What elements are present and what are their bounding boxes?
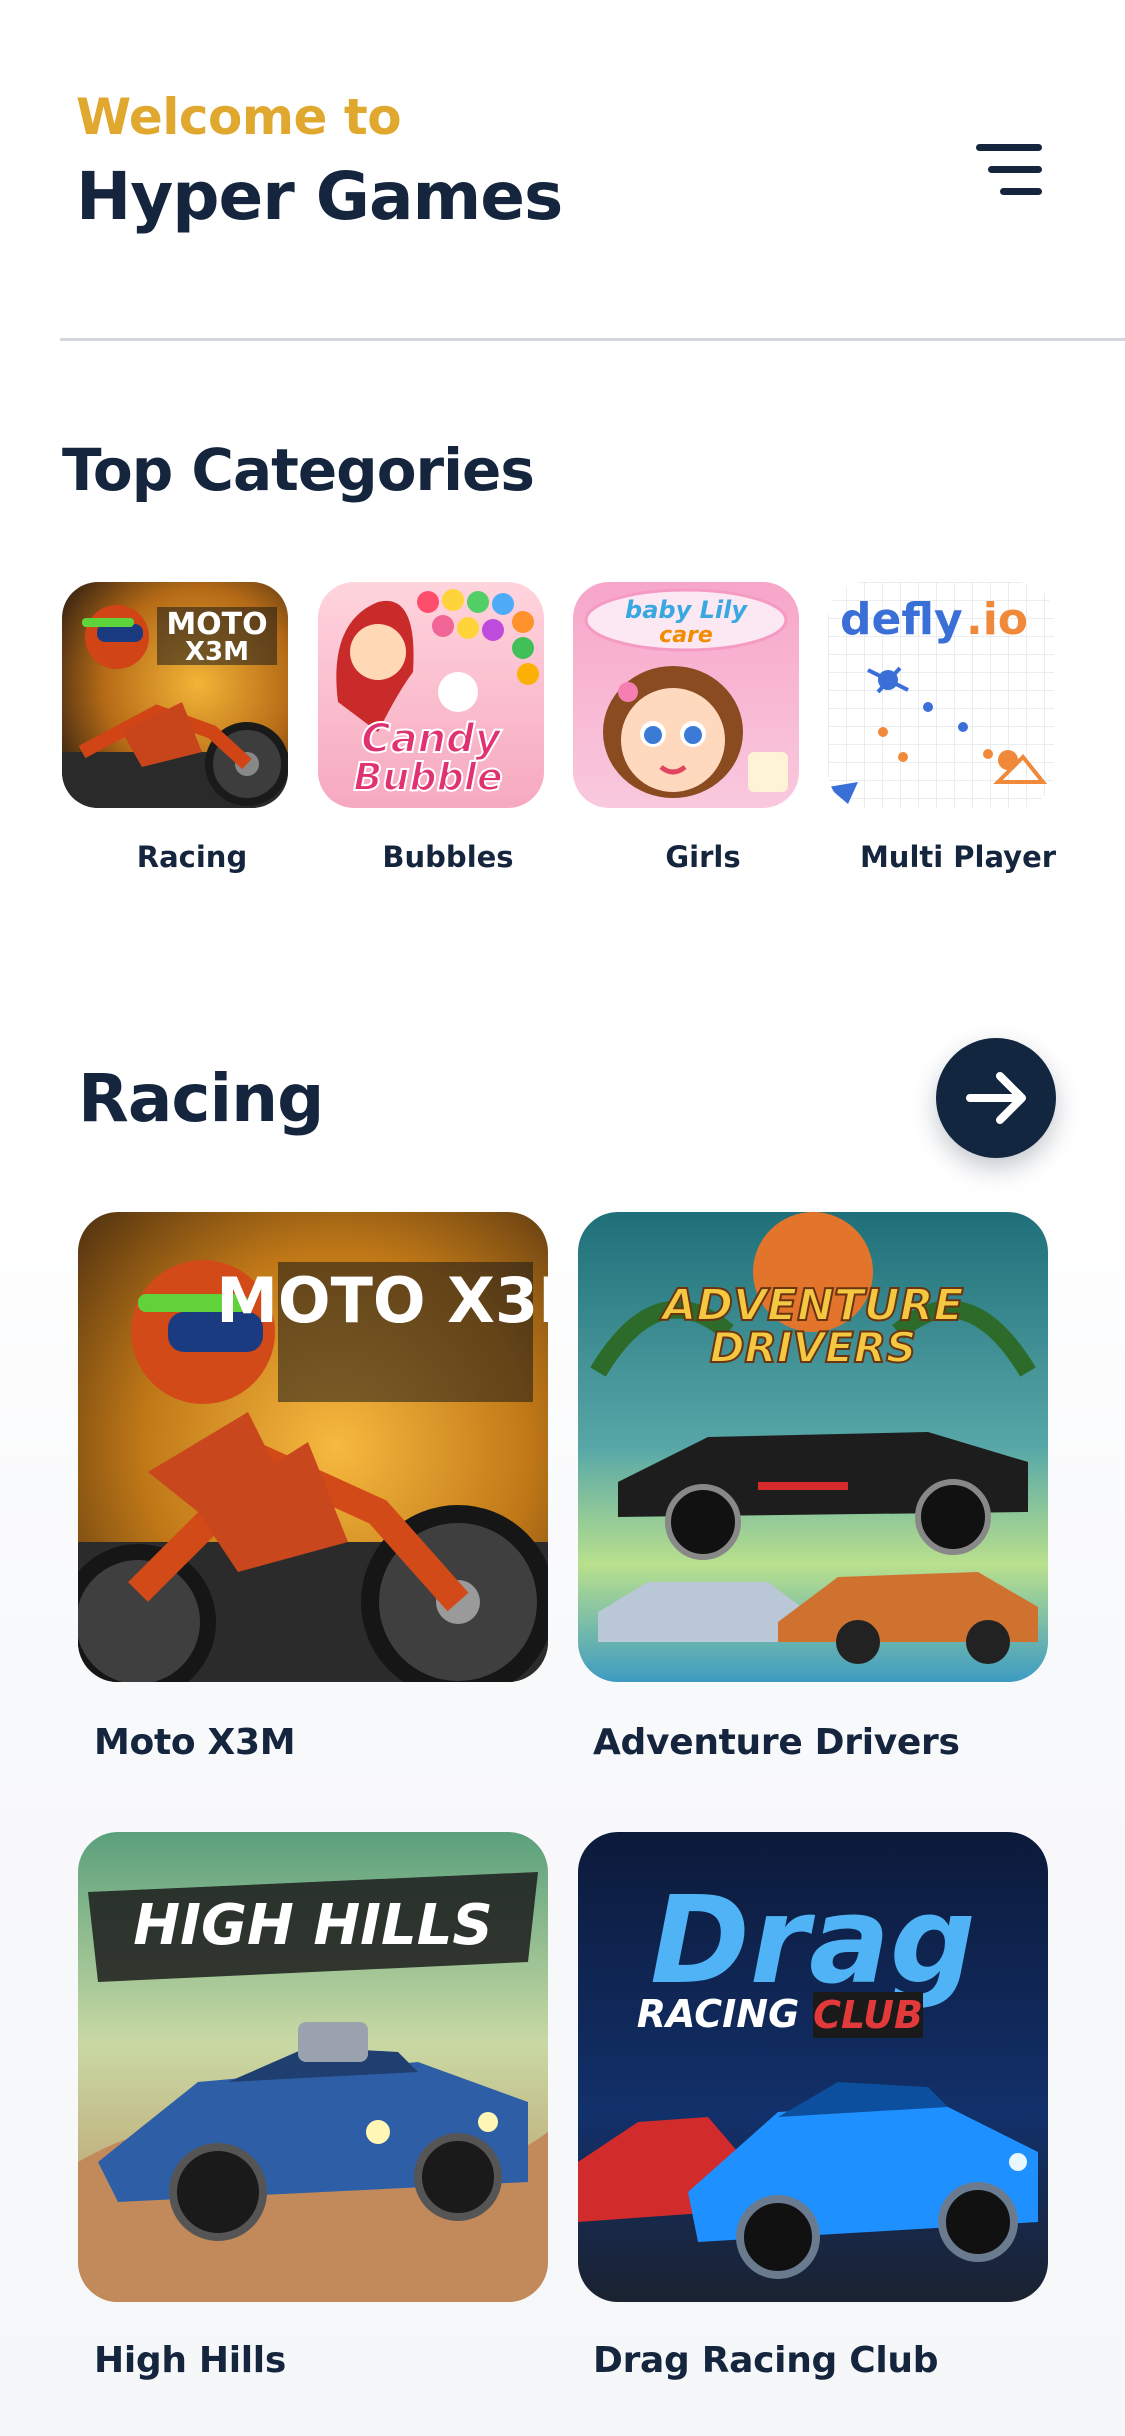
home-screen: Welcome to Hyper Games Top Categories MO…	[0, 0, 1125, 2436]
game-thumbnail: ADVENTURE DRIVERS	[578, 1212, 1048, 1682]
game-card-adventure-drivers[interactable]: ADVENTURE DRIVERS	[578, 1212, 1048, 1682]
racing-see-all-button[interactable]	[936, 1038, 1056, 1158]
category-bubbles-thumbnail: Candy Bubble	[318, 582, 544, 808]
category-racing[interactable]: MOTO X3M Racing	[62, 582, 288, 882]
category-label: Multi Player	[859, 840, 1057, 874]
drivers-art-title: DRIVERS	[710, 1323, 917, 1372]
care-text: care	[659, 623, 713, 648]
bubble-text: Bubble	[353, 755, 502, 799]
racing-art-title: RACING	[637, 1992, 800, 2036]
category-label: Racing	[136, 840, 248, 874]
menu-line	[988, 166, 1042, 173]
club-art-title: CLUB	[813, 1993, 923, 2037]
game-card-drag-racing-club[interactable]: Drag RACING CLUB	[578, 1832, 1048, 2302]
menu-line	[1000, 188, 1042, 195]
category-girls-thumbnail: baby Lily care	[573, 582, 799, 808]
game-title[interactable]: Adventure Drivers	[593, 1722, 960, 1763]
category-bubbles[interactable]: Candy Bubble Bubbles	[318, 582, 544, 882]
racing-section-title: Racing	[78, 1060, 324, 1137]
game-thumbnail: MOTO X3M	[78, 1212, 548, 1682]
drag-art-title: Drag	[650, 1872, 976, 2011]
game-card-moto-x3m[interactable]: MOTO X3M	[78, 1212, 548, 1682]
defly-text: defly	[840, 594, 963, 645]
top-categories-title: Top Categories	[62, 436, 535, 504]
category-label: Bubbles	[382, 840, 514, 874]
game-title[interactable]: High Hills	[94, 2340, 286, 2381]
brand-title: Hyper Games	[76, 158, 563, 235]
welcome-text: Welcome to	[76, 88, 402, 146]
game-thumbnail: Drag RACING CLUB	[578, 1832, 1048, 2302]
moto-x3m-art-title: MOTO X3M	[216, 1264, 548, 1337]
baby-lily-text: baby Lily	[625, 596, 748, 624]
category-racing-thumbnail: MOTO X3M	[62, 582, 288, 808]
menu-line	[976, 144, 1042, 151]
header-divider	[60, 338, 1125, 341]
category-girls[interactable]: baby Lily care Girls	[573, 582, 799, 882]
game-title[interactable]: Drag Racing Club	[593, 2340, 939, 2381]
category-label: Girls	[665, 840, 741, 874]
arrow-right-icon	[966, 1072, 1026, 1124]
game-thumbnail: HIGH HILLS	[78, 1832, 548, 2302]
defly-io-text: .io	[966, 594, 1028, 645]
category-multi-player[interactable]: defly .io Multi Player	[828, 582, 1056, 882]
game-card-high-hills[interactable]: HIGH HILLS	[78, 1832, 548, 2302]
game-title[interactable]: Moto X3M	[94, 1722, 296, 1763]
svg-text:X3M: X3M	[185, 637, 249, 667]
category-multi-player-thumbnail: defly .io	[828, 582, 1054, 808]
high-hills-art-title: HIGH HILLS	[133, 1893, 492, 1958]
hamburger-menu-icon[interactable]	[968, 138, 1048, 204]
